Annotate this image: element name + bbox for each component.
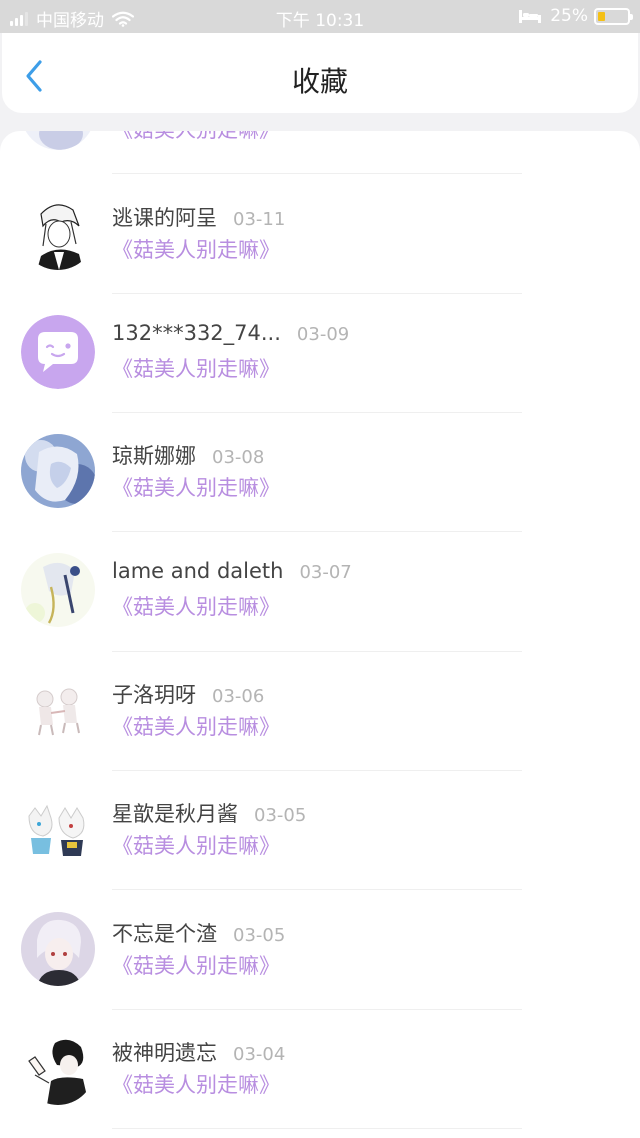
default-chat-avatar-icon (21, 315, 95, 389)
avatar (21, 131, 95, 150)
bed-icon (519, 10, 542, 23)
book-title: 《菇美人别走嘛》 (112, 131, 280, 144)
avatar (21, 553, 95, 627)
battery-icon (594, 7, 633, 25)
favorite-date: 03-11 (233, 209, 286, 230)
user-name: lame and daleth (112, 559, 284, 583)
book-title: 《菇美人别走嘛》 (112, 834, 280, 858)
list-item[interactable]: 琼斯娜娜 03-08 《菇美人别走嘛》 (0, 412, 640, 532)
list-item[interactable]: 星歆是秋月酱 03-05 《菇美人别走嘛》 (0, 770, 640, 890)
status-right: 25% (518, 6, 633, 26)
user-name: 星歆是秋月酱 (112, 802, 238, 826)
status-bar: 中国移动 下午 10:31 25% (0, 0, 640, 33)
battery-percent: 25% (550, 6, 588, 26)
user-name: 琼斯娜娜 (112, 444, 196, 468)
avatar (21, 196, 95, 270)
favorite-date: 03-08 (212, 447, 265, 468)
divider (112, 1128, 522, 1129)
list-item-partial[interactable]: 《菇美人别走嘛》 (0, 131, 640, 174)
list-item[interactable]: 逃课的阿呈 03-11 《菇美人别走嘛》 (0, 174, 640, 294)
user-name: 子洛玥呀 (112, 683, 196, 707)
user-name: 不忘是个渣 (112, 922, 217, 946)
list-item[interactable]: 被神明遗忘 03-04 《菇美人别走嘛》 (0, 1009, 640, 1129)
favorite-date: 03-05 (254, 805, 307, 826)
list-item[interactable]: 不忘是个渣 03-05 《菇美人别走嘛》 (0, 890, 640, 1010)
list-item[interactable]: lame and daleth 03-07 《菇美人别走嘛》 (0, 531, 640, 651)
user-name: 被神明遗忘 (112, 1041, 217, 1065)
book-title: 《菇美人别走嘛》 (112, 715, 280, 739)
avatar (21, 792, 95, 866)
avatar (21, 434, 95, 508)
book-title: 《菇美人别走嘛》 (112, 595, 280, 619)
battery-fill (598, 11, 605, 21)
avatar (21, 673, 95, 747)
book-title: 《菇美人别走嘛》 (112, 954, 280, 978)
book-title: 《菇美人别走嘛》 (112, 357, 280, 381)
favorite-date: 03-07 (299, 562, 352, 583)
list-item[interactable]: 132***332_74... 03-09 《菇美人别走嘛》 (0, 293, 640, 413)
book-title: 《菇美人别走嘛》 (112, 476, 280, 500)
book-title: 《菇美人别走嘛》 (112, 1073, 280, 1097)
favorites-list: 《菇美人别走嘛》 逃课的阿呈 03-11 《菇美人别走嘛》 (0, 131, 640, 1138)
favorite-date: 03-06 (212, 686, 265, 707)
user-name: 逃课的阿呈 (112, 206, 217, 230)
favorite-date: 03-04 (233, 1044, 286, 1065)
favorite-date: 03-09 (296, 324, 350, 345)
user-name: 132***332_74... (112, 321, 281, 345)
favorite-date: 03-05 (233, 925, 286, 946)
avatar (21, 1031, 95, 1105)
avatar (21, 912, 95, 986)
nav-header: 收藏 (2, 33, 638, 113)
page-title: 收藏 (291, 65, 348, 98)
list-item[interactable]: 子洛玥呀 03-06 《菇美人别走嘛》 (0, 651, 640, 771)
book-title: 《菇美人别走嘛》 (112, 238, 280, 262)
